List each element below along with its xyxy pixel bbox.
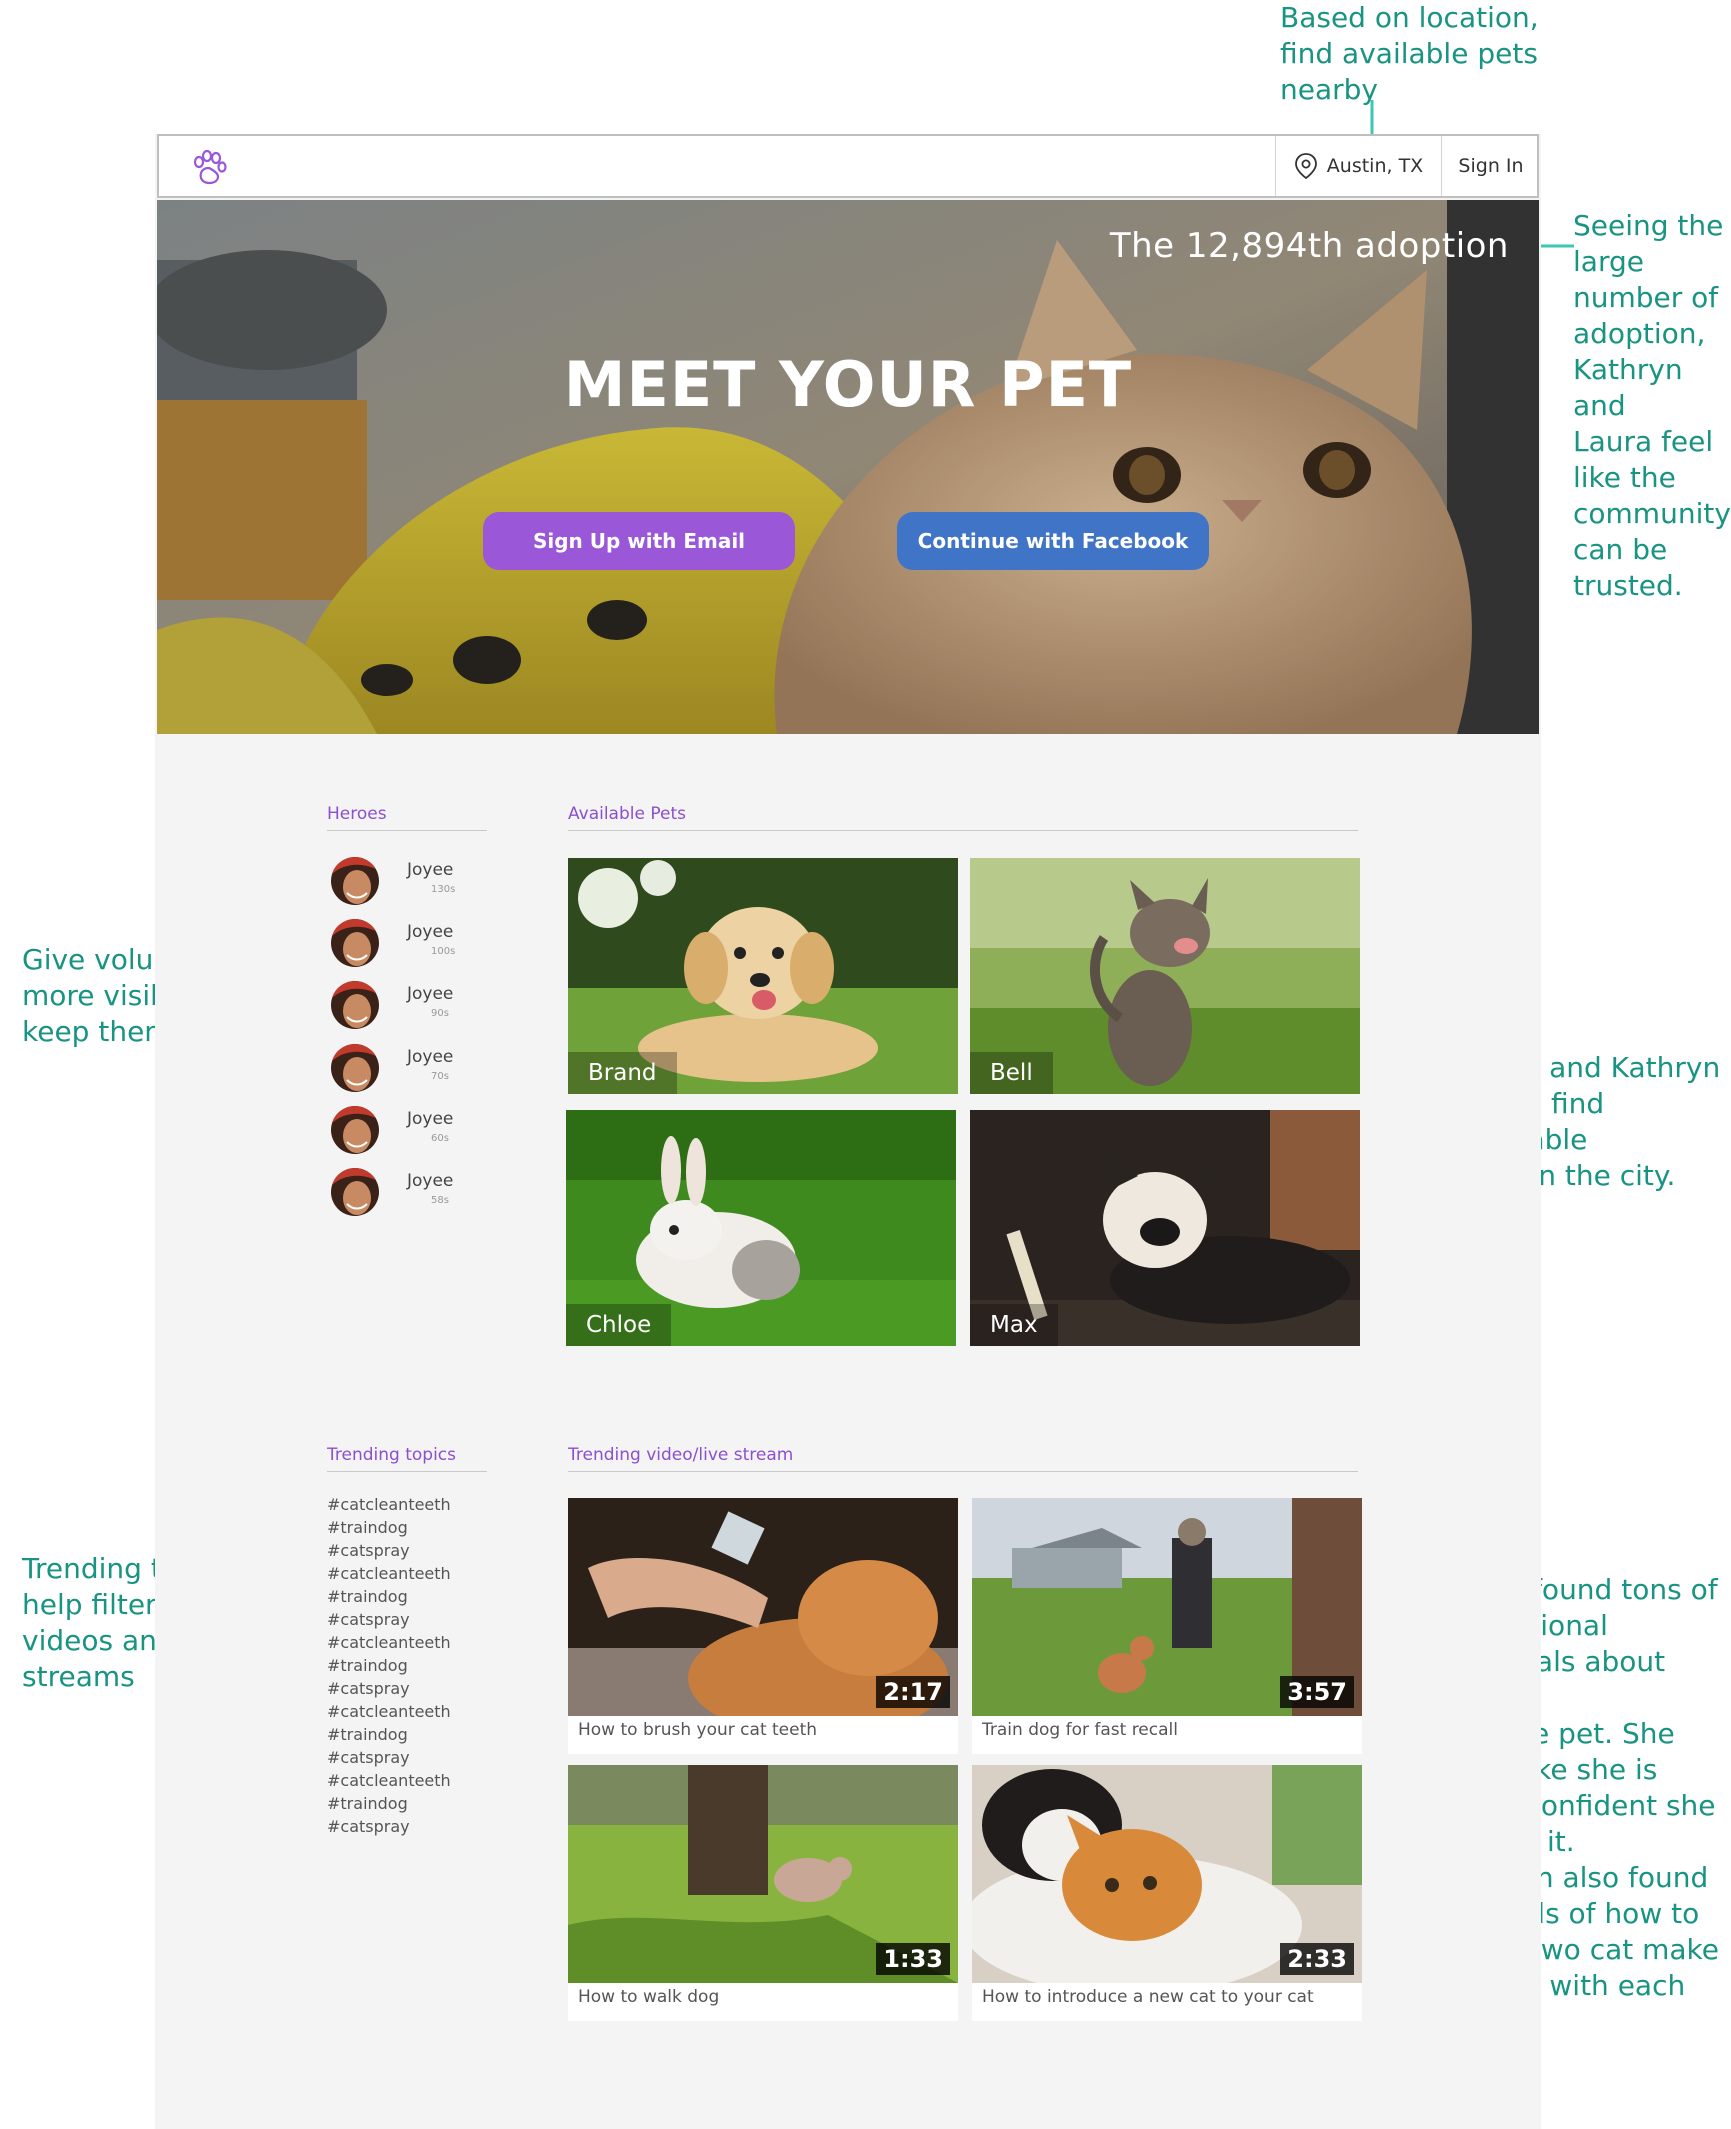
topic-tag[interactable]: #traindog (327, 1723, 451, 1746)
video-card[interactable]: 3:57 Train dog for fast recall (972, 1498, 1362, 1754)
video-duration: 3:57 (1280, 1676, 1354, 1708)
video-card[interactable]: 2:17 How to brush your cat teeth (568, 1498, 958, 1754)
video-duration: 2:33 (1280, 1943, 1354, 1975)
topic-tag[interactable]: #catcleanteeth (327, 1631, 451, 1654)
video-title: How to introduce a new cat to your cat (982, 1987, 1314, 2007)
topic-tag[interactable]: #catspray (327, 1539, 451, 1562)
avatar (331, 981, 379, 1029)
avatar (331, 857, 379, 905)
adoption-count: The 12,894th adoption (1109, 226, 1509, 266)
hero-item[interactable]: Joyee 100s (327, 916, 477, 976)
location-pin-icon (1294, 153, 1317, 179)
topic-tag[interactable]: #catcleanteeth (327, 1700, 451, 1723)
hero-name: Joyee (407, 922, 454, 942)
video-thumbnail: 2:17 (568, 1498, 958, 1716)
hero-item[interactable]: Joyee 60s (327, 1103, 477, 1163)
hero-name: Joyee (407, 1109, 454, 1129)
hero-name: Joyee (407, 1047, 454, 1067)
topic-tag[interactable]: #traindog (327, 1792, 451, 1815)
hero-hours: 70s (431, 1071, 449, 1082)
pet-card-chloe[interactable]: Chloe (566, 1110, 956, 1346)
video-thumbnail: 1:33 (568, 1765, 958, 1983)
location-label: Austin, TX (1326, 155, 1424, 177)
annotation-adoption: Seeing the large number of adoption, Kat… (1573, 209, 1731, 602)
topic-tag[interactable]: #traindog (327, 1585, 451, 1608)
hero-item[interactable]: Joyee 90s (327, 978, 477, 1038)
hero-hours: 60s (431, 1133, 449, 1144)
trending-videos-heading: Trending video/live stream (568, 1445, 1358, 1472)
hero-title: MEET YOUR PET (563, 348, 1133, 421)
video-title: How to walk dog (578, 1987, 720, 2007)
pet-card-bell[interactable]: Bell (970, 858, 1360, 1094)
pet-card-brand[interactable]: Brand (568, 858, 958, 1094)
video-duration: 1:33 (876, 1943, 950, 1975)
hero-item[interactable]: Joyee 70s (327, 1041, 477, 1101)
sign-up-email-button[interactable]: Sign Up with Email (483, 512, 795, 570)
video-card[interactable]: 1:33 How to walk dog (568, 1765, 958, 2021)
hero-name: Joyee (407, 1171, 454, 1191)
hero-hours: 90s (431, 1008, 449, 1019)
hero-name: Joyee (407, 984, 454, 1004)
hero-banner: The 12,894th adoption MEET YOUR PET Sign… (157, 200, 1539, 734)
avatar (331, 919, 379, 967)
pet-card-max[interactable]: Max (970, 1110, 1360, 1346)
location-selector[interactable]: Austin, TX (1275, 136, 1442, 196)
hero-name: Joyee (407, 860, 454, 880)
topic-tag[interactable]: #catcleanteeth (327, 1493, 451, 1516)
heroes-heading: Heroes (327, 804, 487, 831)
pet-name: Chloe (566, 1304, 672, 1346)
topic-tag[interactable]: #traindog (327, 1654, 451, 1677)
continue-facebook-button[interactable]: Continue with Facebook (897, 512, 1209, 570)
video-title: How to brush your cat teeth (578, 1720, 818, 1740)
video-title: Train dog for fast recall (982, 1720, 1178, 1740)
avatar (331, 1044, 379, 1092)
pet-name: Brand (568, 1052, 677, 1094)
hero-hours: 100s (431, 946, 456, 957)
hero-item[interactable]: Joyee 58s (327, 1165, 477, 1225)
topic-tag[interactable]: #traindog (327, 1516, 451, 1539)
topic-tag[interactable]: #catspray (327, 1746, 451, 1769)
topic-tag[interactable]: #catcleanteeth (327, 1562, 451, 1585)
video-card[interactable]: 2:33 How to introduce a new cat to your … (972, 1765, 1362, 2021)
hero-cat-image (157, 200, 1539, 734)
avatar (331, 1168, 379, 1216)
pet-name: Bell (970, 1052, 1053, 1094)
trending-topics-list: #catcleanteeth #traindog #catspray #catc… (327, 1493, 451, 1838)
topic-tag[interactable]: #catspray (327, 1608, 451, 1631)
video-duration: 2:17 (876, 1676, 950, 1708)
hero-hours: 130s (431, 884, 456, 895)
annotation-location: Based on location, find available pets n… (1280, 1, 1539, 106)
video-thumbnail: 3:57 (972, 1498, 1362, 1716)
available-pets-heading: Available Pets (568, 804, 1358, 831)
sign-in-button[interactable]: Sign In (1441, 136, 1540, 196)
video-thumbnail: 2:33 (972, 1765, 1362, 1983)
topic-tag[interactable]: #catspray (327, 1677, 451, 1700)
top-navbar: Austin, TX Sign In (157, 134, 1539, 198)
pet-name: Max (970, 1304, 1058, 1346)
topic-tag[interactable]: #catcleanteeth (327, 1769, 451, 1792)
trending-topics-heading: Trending topics (327, 1445, 487, 1472)
hero-hours: 58s (431, 1195, 449, 1206)
topic-tag[interactable]: #catspray (327, 1815, 451, 1838)
paw-logo-icon[interactable] (189, 148, 229, 188)
avatar (331, 1106, 379, 1154)
hero-item[interactable]: Joyee 130s (327, 854, 477, 914)
